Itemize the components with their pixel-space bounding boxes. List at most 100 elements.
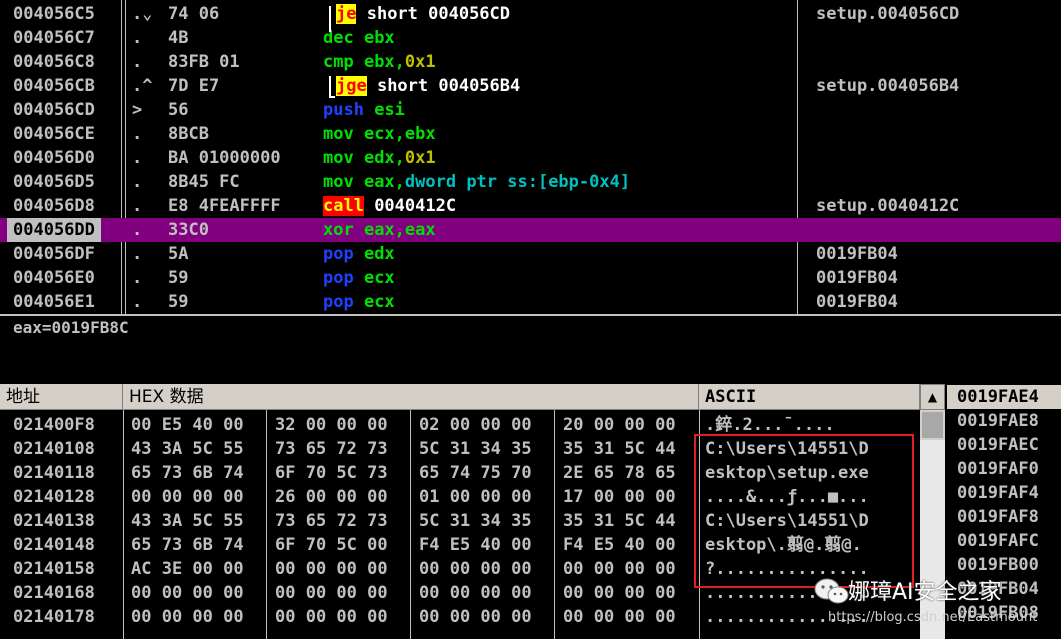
dump-hex-group: 32 00 00 00 bbox=[275, 415, 388, 435]
dump-row[interactable]: 02140178 00 00 00 00 00 00 00 00 00 00 00 0… bbox=[0, 605, 920, 629]
disasm-hex: BA 01000000 bbox=[168, 148, 281, 168]
dump-hex-group: 00 00 00 00 bbox=[419, 607, 532, 627]
disasm-row[interactable]: 004056CD >56 push esi bbox=[0, 98, 1061, 122]
instruction-token: eax,eax bbox=[353, 220, 436, 240]
dump-hex-group: 6F 70 5C 73 bbox=[275, 463, 388, 483]
dump-hex-group: 00 00 00 00 bbox=[275, 607, 388, 627]
instruction-token: dword ptr ss:[ebp-0x4] bbox=[404, 172, 631, 192]
dump-hex-group: 5C 31 34 35 bbox=[419, 511, 532, 531]
instruction-token: esi bbox=[363, 100, 405, 120]
dump-header-address[interactable]: 地址 bbox=[0, 384, 123, 410]
disasm-hex: 8B45 FC bbox=[168, 172, 240, 192]
dump-hex-group: 43 3A 5C 55 bbox=[131, 439, 244, 459]
disasm-marker: . bbox=[132, 196, 143, 216]
instruction-token: xor bbox=[323, 220, 354, 240]
disasm-instruction: xor eax,eax bbox=[323, 218, 436, 242]
disasm-hex: 8BCB bbox=[168, 124, 209, 144]
disasm-row[interactable]: 004056DF. 5A pop edx 0019FB04 bbox=[0, 242, 1061, 266]
dump-hex-group: 02 00 00 00 bbox=[419, 415, 532, 435]
disasm-row[interactable]: 004056C5 .⌄ 74 06 je short 004056CD setup.00… bbox=[0, 2, 1061, 26]
instruction-token: ecx bbox=[353, 292, 395, 312]
disasm-hex: 33C0 bbox=[168, 220, 209, 240]
disasm-address: 004056D8 bbox=[13, 196, 95, 216]
jump-arrow-line bbox=[329, 96, 335, 98]
dump-hex-group: 43 3A 5C 55 bbox=[131, 511, 244, 531]
disasm-hex: 5A bbox=[168, 244, 189, 264]
instruction-token: edx bbox=[353, 244, 395, 264]
instruction-token: ecx bbox=[353, 268, 395, 288]
disasm-marker: .⌄ bbox=[132, 4, 153, 24]
instruction-token: cmp bbox=[323, 52, 354, 72]
disasm-row[interactable]: 004056C8. 83FB 01 cmp ebx,0x1 bbox=[0, 50, 1061, 74]
stack-entry[interactable]: 0019FAE8 bbox=[947, 409, 1061, 433]
disasm-comment: 0019FB04 bbox=[816, 292, 898, 312]
dump-hex-group: 5C 31 34 35 bbox=[419, 439, 532, 459]
disasm-instruction: mov ecx,ebx bbox=[323, 122, 436, 146]
instruction-token: mov bbox=[323, 124, 354, 144]
scroll-thumb[interactable] bbox=[922, 412, 943, 438]
instruction-token: pop bbox=[323, 268, 354, 288]
disasm-comment: setup.004056B4 bbox=[816, 76, 960, 96]
disasm-row[interactable]: 004056D5. 8B45 FC mov eax,dword ptr ss:[eb… bbox=[0, 170, 1061, 194]
dump-address: 02140178 bbox=[13, 607, 95, 627]
disassembly-pane[interactable]: 004056C5 .⌄ 74 06 je short 004056CD setup.00… bbox=[0, 0, 1061, 314]
disasm-hex: 4B bbox=[168, 28, 189, 48]
stack-entry[interactable]: 0019FAF8 bbox=[947, 505, 1061, 529]
disasm-address: 004056C5 bbox=[13, 4, 95, 24]
instruction-token: 0040412C bbox=[363, 196, 457, 216]
disasm-address: 004056CB bbox=[13, 76, 95, 96]
disasm-row[interactable]: 004056D8. E8 4FEAFFFF call 0040412C setup.0… bbox=[0, 194, 1061, 218]
dump-address: 02140148 bbox=[13, 535, 95, 555]
instruction-token: short 004056CD bbox=[356, 4, 511, 24]
disasm-marker: .^ bbox=[132, 76, 153, 96]
dump-hex-group: AC 3E 00 00 bbox=[131, 559, 244, 579]
dump-hex-group: 00 00 00 00 bbox=[131, 583, 244, 603]
disasm-instruction: pop edx bbox=[323, 242, 395, 266]
dump-hex-group: 00 E5 40 00 bbox=[131, 415, 244, 435]
watermark: 娜璋AI安全之家 https://blog.csdn.net/Eastmount bbox=[812, 574, 1052, 636]
disasm-instruction: pop ecx bbox=[323, 266, 395, 290]
instruction-token: ecx,ebx bbox=[353, 124, 436, 144]
stack-entry[interactable]: 0019FAEC bbox=[947, 433, 1061, 457]
instruction-token: mov bbox=[323, 148, 354, 168]
stack-entry[interactable]: 0019FAE4 bbox=[947, 385, 1061, 409]
instruction-token: ebx bbox=[353, 28, 395, 48]
dump-header-ascii[interactable]: ASCII bbox=[699, 384, 920, 410]
disasm-row[interactable]: 004056CB .^ 7D E7 jge short 004056B4 setup.0… bbox=[0, 74, 1061, 98]
disasm-hex: 59 bbox=[168, 268, 189, 288]
disasm-row[interactable]: 004056C7. 4B dec ebx bbox=[0, 26, 1061, 50]
stack-entry[interactable]: 0019FAFC bbox=[947, 529, 1061, 553]
disasm-row[interactable]: 004056E1. 59 pop ecx 0019FB04 bbox=[0, 290, 1061, 314]
disasm-address: 004056C8 bbox=[13, 52, 95, 72]
disasm-hex: 59 bbox=[168, 292, 189, 312]
disasm-row[interactable]: 004056D0. BA 01000000 mov edx,0x1 bbox=[0, 146, 1061, 170]
dump-address: 02140138 bbox=[13, 511, 95, 531]
dump-hex-group: 00 00 00 00 bbox=[563, 607, 676, 627]
disasm-instruction: je short 004056CD bbox=[336, 2, 510, 26]
disasm-row[interactable]: 004056E0. 59 pop ecx 0019FB04 bbox=[0, 266, 1061, 290]
dump-hex-group: F4 E5 40 00 bbox=[419, 535, 532, 555]
dump-hex-group: 00 00 00 00 bbox=[275, 583, 388, 603]
dump-hex-group: 17 00 00 00 bbox=[563, 487, 676, 507]
disasm-hex: 83FB 01 bbox=[168, 52, 240, 72]
disasm-comment: 0019FB04 bbox=[816, 244, 898, 264]
instruction-token: short 004056B4 bbox=[366, 76, 521, 96]
disasm-marker: > bbox=[132, 100, 143, 120]
instruction-token: 0x1 bbox=[404, 52, 436, 72]
dump-hex-group: 00 00 00 00 bbox=[419, 583, 532, 603]
disasm-row[interactable]: 004056CE. 8BCB mov ecx,ebx bbox=[0, 122, 1061, 146]
dump-hex-group: 65 73 6B 74 bbox=[131, 463, 244, 483]
stack-entry[interactable]: 0019FAF0 bbox=[947, 457, 1061, 481]
disasm-row[interactable]: 004056DD. 33C0 xor eax,eax bbox=[0, 218, 1061, 242]
disasm-address: 004056D5 bbox=[13, 172, 95, 192]
disasm-comment: setup.0040412C bbox=[816, 196, 960, 216]
dump-hex-group: 00 00 00 00 bbox=[419, 559, 532, 579]
disasm-address: 004056DD bbox=[7, 218, 101, 242]
disasm-marker: . bbox=[132, 124, 143, 144]
dump-hex-group: 00 00 00 00 bbox=[563, 583, 676, 603]
dump-header-hex[interactable]: HEX 数据 bbox=[123, 384, 699, 410]
dump-hex-group: 73 65 72 73 bbox=[275, 511, 388, 531]
scroll-up-icon[interactable]: ▲ bbox=[920, 384, 945, 410]
disasm-address: 004056DF bbox=[13, 244, 95, 264]
stack-entry[interactable]: 0019FAF4 bbox=[947, 481, 1061, 505]
